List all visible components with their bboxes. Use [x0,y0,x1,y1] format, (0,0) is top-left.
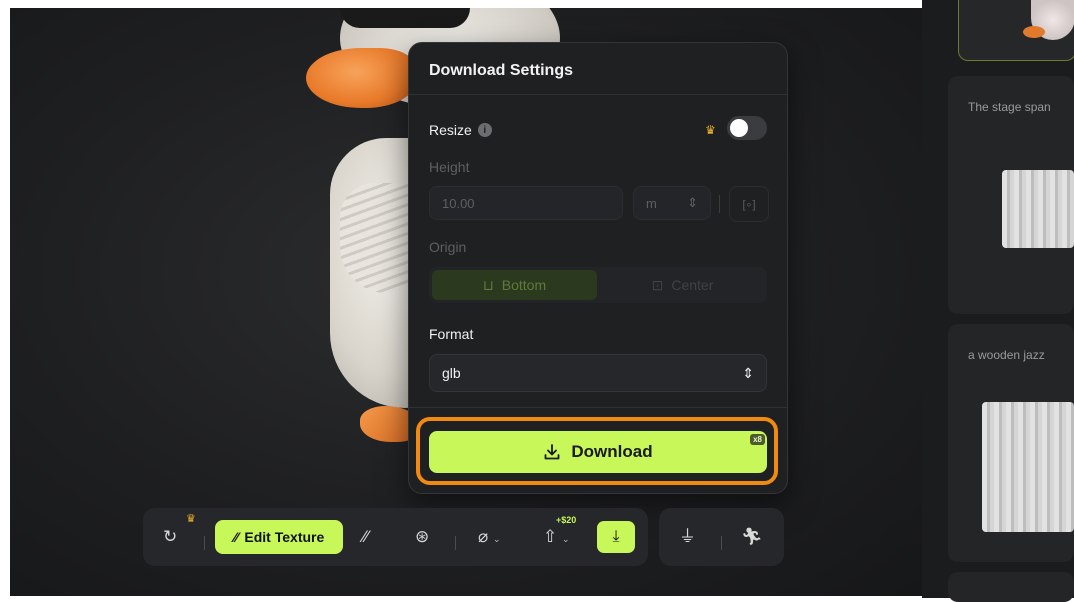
height-label: Height [429,159,470,175]
model-card[interactable]: The stage span [948,76,1074,314]
model-card-label: The stage span [968,100,1051,114]
model-card[interactable]: a wooden jazz [948,324,1074,562]
download-label: Download [571,442,653,461]
download-toolbar-button[interactable]: ⤓ [597,521,635,553]
download-multiplier-badge: x8 [750,434,765,445]
bottom-toolbar: ↻ ♛ ⁄⁄ Edit Texture ⁄⁄ ⊛ ⌀ ⌄ +$20 ⇧ ⌄ ⤓ [143,508,648,566]
model-card-label: a wooden jazz [968,348,1045,362]
download-settings-popup: Download Settings Resize i ♛ Height 10.0… [408,42,788,494]
updown-icon: ⇕ [687,195,698,210]
format-value: glb [442,365,461,381]
format-label: Format [429,326,474,342]
origin-center-label: Center [671,277,714,293]
mesh-icon[interactable]: ⊛ [415,525,429,549]
unit-select[interactable]: m ⇕ [633,186,711,220]
info-icon[interactable]: i [477,123,492,137]
divider [721,536,722,550]
texture-icon[interactable]: ⁄⁄ [363,525,369,549]
model-thumbnail-beak [1023,26,1045,38]
edit-texture-button[interactable]: ⁄⁄ Edit Texture [215,520,343,554]
origin-bottom-label: Bottom [501,277,547,293]
origin-segmented-control: ⊔ Bottom ⊡ Center [429,267,767,303]
duck-model-glasses [340,8,470,28]
pose-icon[interactable]: ⏚ [679,525,696,549]
format-select[interactable]: glb ⇕ [429,354,767,392]
crown-icon: ♛ [705,123,716,137]
download-button[interactable]: Download x8 [429,431,767,473]
divider [409,94,787,95]
divider [204,536,205,550]
divider [409,407,787,408]
height-input[interactable]: 10.00 [429,186,623,220]
magic-wand-icon: ⁄⁄ [233,529,239,545]
align-center-icon: ⊡ [651,276,664,293]
price-tag: +$20 [556,515,577,525]
origin-center-button[interactable]: ⊡ Center [601,270,764,300]
bottom-toolbar-secondary: ⏚ 🏃︎ [659,508,784,566]
resize-label: Resize [429,122,472,138]
resize-toggle[interactable] [727,116,767,140]
model-history-panel: The stage span a wooden jazz [922,0,1074,602]
crown-icon: ♛ [186,513,196,525]
align-bottom-icon: ⊔ [482,276,494,293]
duck-model-beak [306,48,416,108]
unit-value: m [646,195,657,211]
animate-icon[interactable]: 🏃︎ [741,525,763,549]
fit-icon[interactable]: [∘] [729,186,769,222]
origin-bottom-button[interactable]: ⊔ Bottom [432,270,597,300]
download-icon [544,444,560,460]
refresh-icon[interactable]: ↻ [163,525,177,549]
toggle-knob [730,119,748,137]
model-card-selected[interactable] [958,0,1074,61]
divider [455,536,456,550]
rig-icon[interactable]: ⌀ ⌄ [478,525,501,551]
popup-title: Download Settings [429,62,573,79]
model-thumbnail [982,402,1074,532]
divider [719,195,720,213]
origin-label: Origin [429,239,467,255]
model-thumbnail [1002,170,1074,248]
updown-icon: ⇕ [742,364,754,381]
edit-texture-label: Edit Texture [244,529,325,545]
share-icon[interactable]: ⇧ ⌄ [543,525,570,551]
resize-row: Resize i [429,122,492,138]
